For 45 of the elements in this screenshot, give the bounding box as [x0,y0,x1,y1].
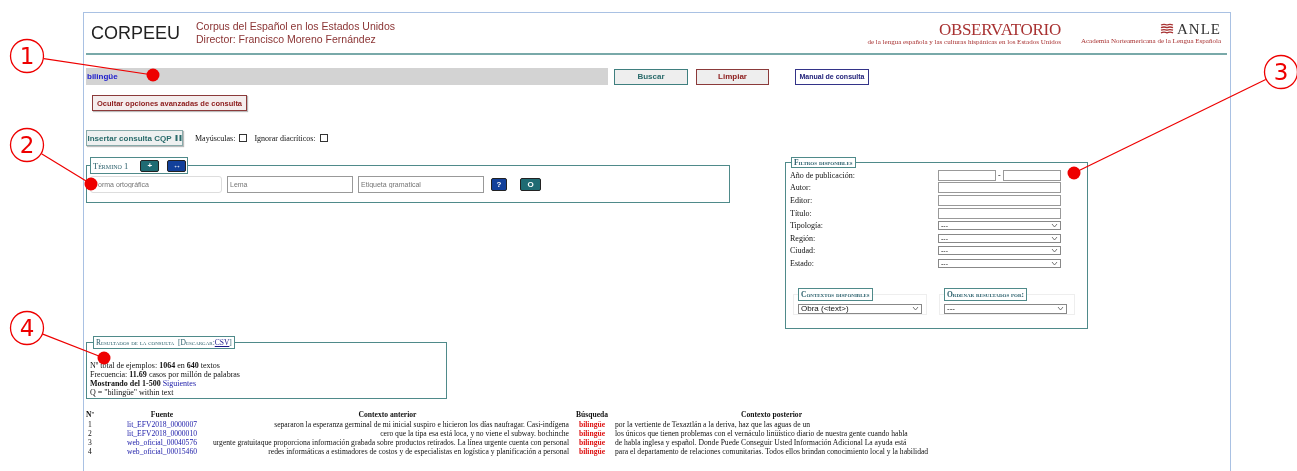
next-link[interactable]: Siguientes [162,379,196,388]
or-button[interactable]: O [520,178,541,191]
summary-line: Nº total de ejemplos: 1064 en 640 textos [90,361,221,370]
site-title: CORPEEU [91,22,180,44]
range-separator: - [998,170,1001,180]
text-field[interactable] [938,195,1061,206]
dropdown[interactable]: Obra (<text>) [798,303,922,314]
clear-button[interactable]: Limpiar [696,68,769,85]
add-term-button[interactable]: + [140,159,160,172]
callout-number: 3 [1263,54,1297,90]
query-line: Q = "bilingüe" within text [90,388,175,397]
search-button[interactable]: Buscar [614,68,688,85]
swap-button[interactable]: ↔ [167,159,187,172]
site-subtitle: Corpus del Español en los Estados Unidos [196,20,396,33]
text-field[interactable] [938,182,1061,194]
search-field[interactable]: bilingüe [86,68,608,85]
filter-label: Año de publicación: [790,170,856,180]
logo-name: ANLE [1177,21,1221,37]
cqp-button[interactable]: Insertar consulta CQP [86,130,183,146]
dropdown[interactable]: --- [944,303,1067,314]
filter-label: Estado: [790,258,815,268]
year-field[interactable] [1002,169,1061,181]
callout-number: 2 [9,127,45,163]
director-line: Director: Francisco Moreno Fernández [196,33,377,46]
year-field[interactable] [938,169,996,181]
callout-number: 1 [9,38,45,74]
term-label: Término 1 [93,160,129,171]
text-field[interactable] [938,207,1061,219]
filter-label: Editor: [790,196,814,205]
showing-range: Mostrando del 1-500 [90,379,161,388]
filter-label: Región: [790,233,817,243]
filter-label: Tipología: [790,221,825,231]
option-label: Mayúsculas: [195,133,236,143]
callout-number: 4 [9,310,45,346]
help-button[interactable]: ? [491,178,507,191]
logo-name: OBSERVATORIO [938,20,1061,38]
chevron-icon [912,306,919,312]
filter-label: Título: [790,208,813,218]
checkbox[interactable] [319,134,328,142]
filter-label: Ciudad: [790,246,817,256]
option-label: Ignorar diacríticos: [254,133,316,143]
chevron-icon [1057,306,1064,312]
filter-label: Autor: [790,183,812,193]
summary-line: Frecuencia: 11.69 casos por millón de palabras [90,370,241,379]
checkbox[interactable] [239,134,248,142]
